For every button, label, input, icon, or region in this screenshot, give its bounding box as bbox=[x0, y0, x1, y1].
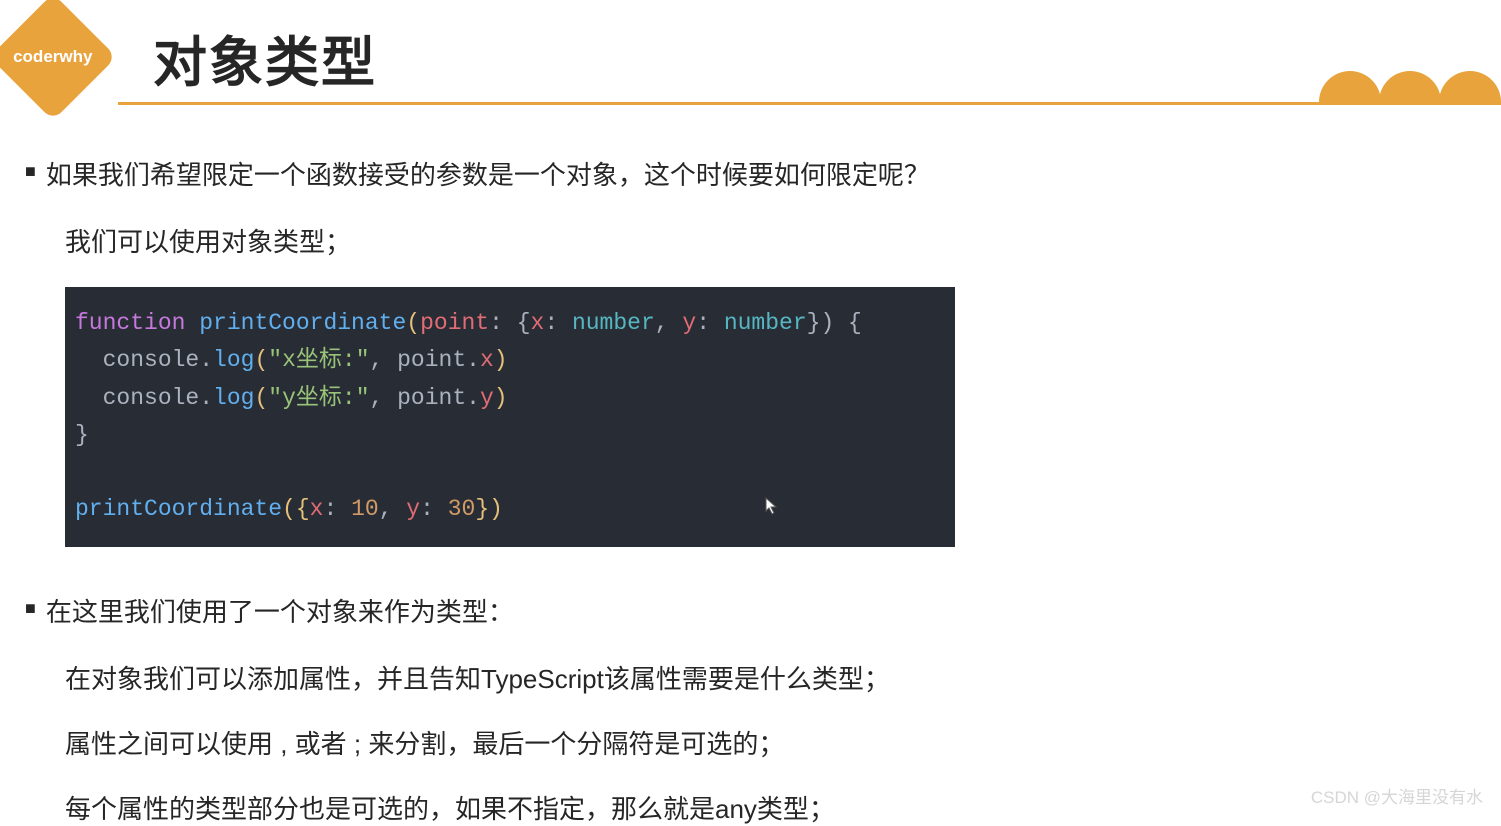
code-punct: , bbox=[655, 310, 683, 336]
code-punct: , bbox=[370, 385, 398, 411]
bullet-text: 我们可以使用对象类型； bbox=[65, 222, 351, 259]
code-obj: console bbox=[103, 347, 200, 373]
code-punct: . bbox=[199, 347, 213, 373]
code-prop: y bbox=[406, 496, 420, 522]
bump-icon bbox=[1439, 71, 1501, 105]
bump-icon bbox=[1319, 71, 1381, 105]
bullet-level2: 每个属性的类型部分也是可选的，如果不指定，那么就是any类型； bbox=[65, 789, 1476, 826]
code-punct: }) bbox=[475, 496, 503, 522]
code-punct: : bbox=[323, 496, 351, 522]
cursor-icon bbox=[765, 497, 779, 515]
bullet-text: 在这里我们使用了一个对象来作为类型： bbox=[46, 592, 514, 629]
code-number: 30 bbox=[448, 496, 476, 522]
code-line: console.log("x坐标:", point.x) bbox=[75, 342, 945, 379]
code-line: console.log("y坐标:", point.y) bbox=[75, 380, 945, 417]
code-snippet: function printCoordinate(point: {x: numb… bbox=[65, 287, 955, 547]
code-obj: point bbox=[397, 385, 466, 411]
code-method: log bbox=[213, 347, 254, 373]
bump-icon bbox=[1379, 71, 1441, 105]
code-line: printCoordinate({x: 10, y: 30}) bbox=[75, 491, 945, 528]
code-prop: x bbox=[531, 310, 545, 336]
code-punct: : bbox=[544, 310, 572, 336]
code-brace: } bbox=[75, 422, 89, 448]
code-punct: . bbox=[199, 385, 213, 411]
slide-title: 对象类型 bbox=[153, 18, 377, 97]
bullet-text: 如果我们希望限定一个函数接受的参数是一个对象，这个时候要如何限定呢？ bbox=[46, 155, 930, 192]
bullet-text: 每个属性的类型部分也是可选的，如果不指定，那么就是any类型； bbox=[65, 789, 835, 826]
code-obj: console bbox=[103, 385, 200, 411]
code-punct: ) bbox=[494, 385, 508, 411]
code-line: function printCoordinate(point: {x: numb… bbox=[75, 305, 945, 342]
bullet-level2: 在对象我们可以添加属性，并且告知TypeScript该属性需要是什么类型； bbox=[65, 659, 1476, 696]
logo-badge: coderwhy bbox=[0, 0, 117, 121]
code-punct: ( bbox=[254, 347, 268, 373]
code-string: "y坐标:" bbox=[268, 385, 369, 411]
code-line bbox=[75, 454, 945, 491]
code-method: log bbox=[213, 385, 254, 411]
code-punct: , bbox=[379, 496, 407, 522]
code-punct: : { bbox=[489, 310, 530, 336]
bullet-level2: 我们可以使用对象类型； bbox=[65, 222, 1476, 259]
code-prop: y bbox=[480, 385, 494, 411]
bullet-level1: 在这里我们使用了一个对象来作为类型： bbox=[25, 592, 1476, 629]
code-string: "x坐标:" bbox=[268, 347, 369, 373]
slide-content: 如果我们希望限定一个函数接受的参数是一个对象，这个时候要如何限定呢？ 我们可以使… bbox=[0, 105, 1501, 826]
code-prop: x bbox=[480, 347, 494, 373]
bullet-level2: 属性之间可以使用 , 或者 ; 来分割，最后一个分隔符是可选的； bbox=[65, 724, 1476, 761]
code-prop: x bbox=[310, 496, 324, 522]
code-punct: ({ bbox=[282, 496, 310, 522]
code-punct: ( bbox=[406, 310, 420, 336]
code-punct: , bbox=[370, 347, 398, 373]
decorative-bumps bbox=[1321, 71, 1501, 105]
code-keyword: function bbox=[75, 310, 185, 336]
code-param: point bbox=[420, 310, 489, 336]
code-punct: . bbox=[466, 347, 480, 373]
bullet-text: 在对象我们可以添加属性，并且告知TypeScript该属性需要是什么类型； bbox=[65, 659, 890, 696]
code-punct: : bbox=[420, 496, 448, 522]
bullet-text: 属性之间可以使用 , 或者 ; 来分割，最后一个分隔符是可选的； bbox=[65, 724, 784, 761]
code-type: number bbox=[724, 310, 807, 336]
code-prop: y bbox=[682, 310, 696, 336]
code-function: printCoordinate bbox=[199, 310, 406, 336]
code-obj: point bbox=[397, 347, 466, 373]
bullet-level1: 如果我们希望限定一个函数接受的参数是一个对象，这个时候要如何限定呢？ bbox=[25, 155, 1476, 192]
code-punct: . bbox=[466, 385, 480, 411]
code-punct: }) { bbox=[807, 310, 862, 336]
code-punct: : bbox=[696, 310, 724, 336]
code-function: printCoordinate bbox=[75, 496, 282, 522]
code-type: number bbox=[572, 310, 655, 336]
code-line: } bbox=[75, 417, 945, 454]
code-number: 10 bbox=[351, 496, 379, 522]
logo-text: coderwhy bbox=[13, 47, 92, 67]
slide-header: coderwhy 对象类型 bbox=[118, 0, 1501, 105]
code-punct: ) bbox=[494, 347, 508, 373]
code-punct: ( bbox=[254, 385, 268, 411]
watermark-text: CSDN @大海里没有水 bbox=[1311, 783, 1483, 808]
